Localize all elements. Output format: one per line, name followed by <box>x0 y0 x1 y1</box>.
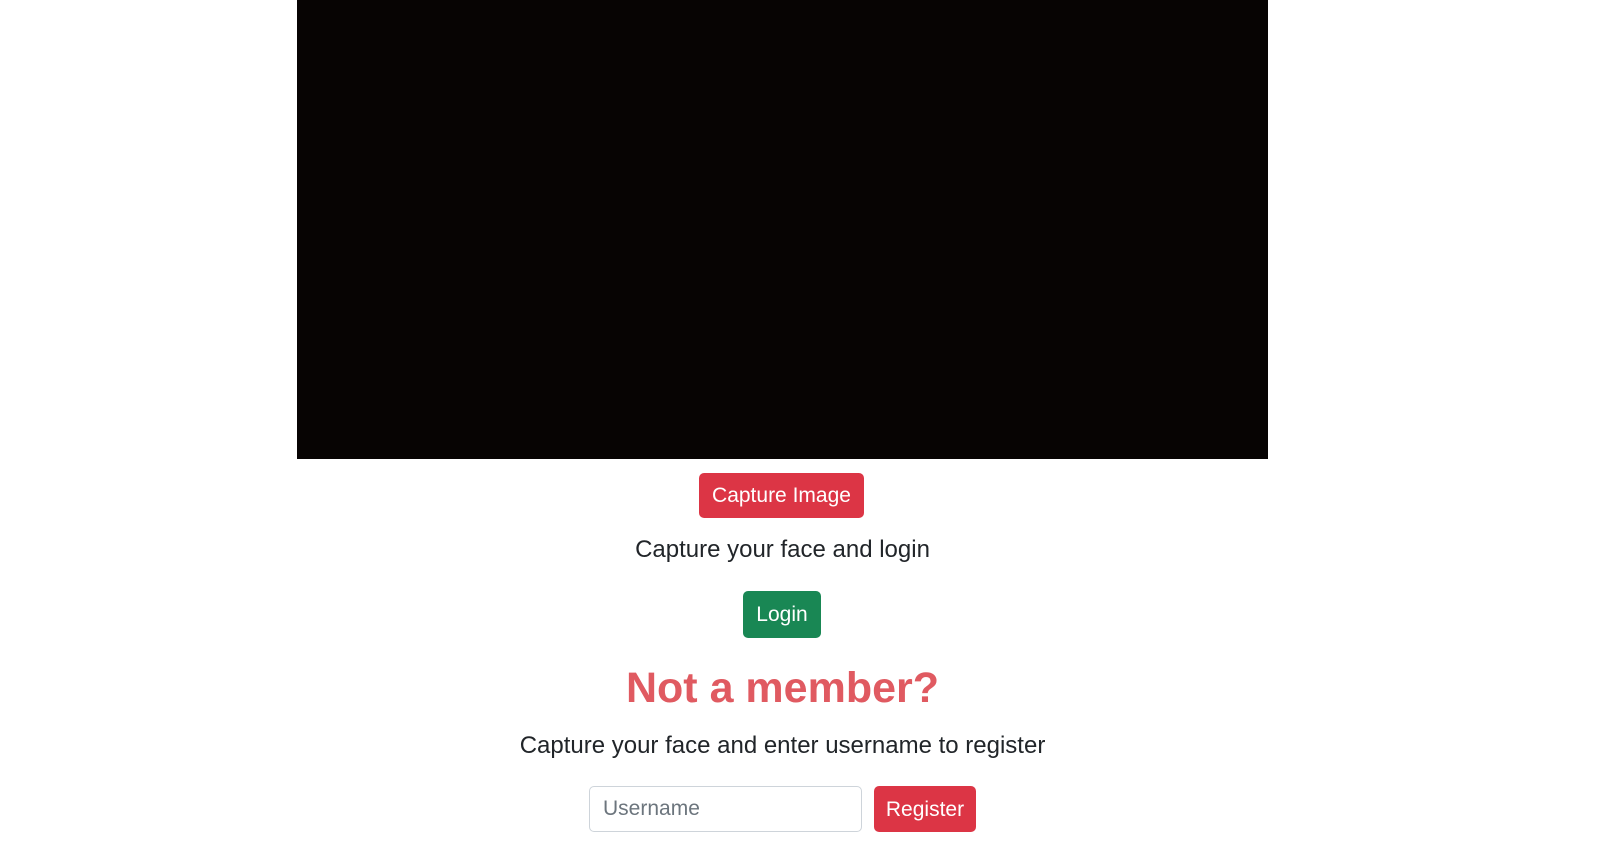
login-instruction-text: Capture your face and login <box>635 536 930 563</box>
not-a-member-heading: Not a member? <box>625 664 939 712</box>
capture-image-button[interactable]: Capture Image <box>699 473 864 518</box>
register-button[interactable]: Register <box>874 786 976 832</box>
webcam-video-feed <box>297 0 1268 459</box>
register-instruction-text: Capture your face and enter username to … <box>519 732 1046 759</box>
login-button[interactable]: Login <box>743 591 821 638</box>
username-input[interactable] <box>589 786 862 832</box>
